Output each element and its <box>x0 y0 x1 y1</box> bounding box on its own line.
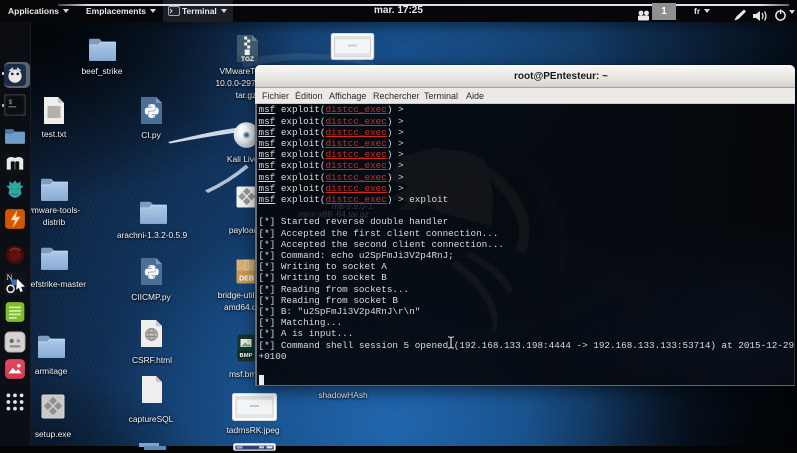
svg-text:BMP: BMP <box>240 353 253 359</box>
svg-text:$: $ <box>8 99 12 106</box>
svg-text:DEB: DEB <box>239 276 254 283</box>
svg-text:TGZ: TGZ <box>241 56 254 63</box>
